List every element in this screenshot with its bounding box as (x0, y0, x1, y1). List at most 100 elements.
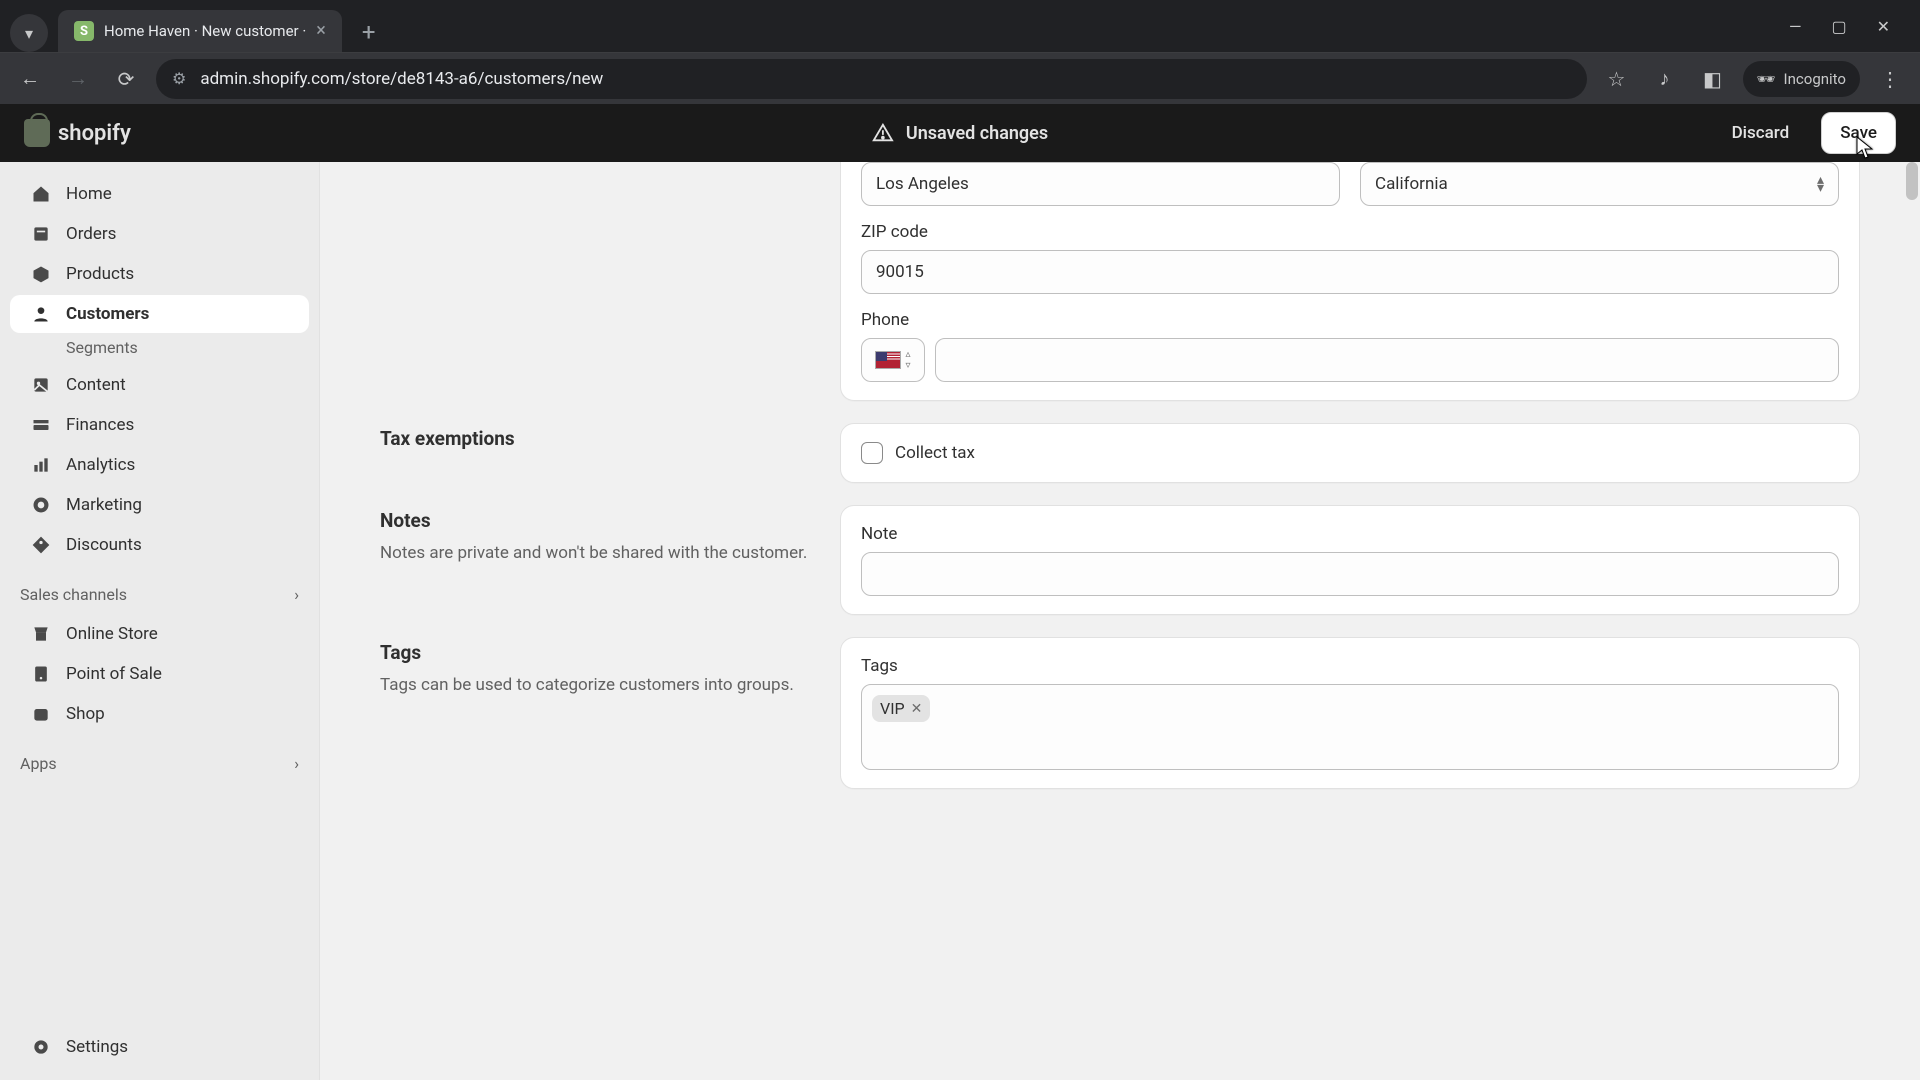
tags-input[interactable]: VIP ✕ (861, 684, 1839, 770)
sidebar-item-label: Settings (66, 1037, 128, 1057)
collect-tax-checkbox[interactable] (861, 442, 883, 464)
minimize-icon[interactable]: — (1789, 17, 1802, 36)
sidebar-item-settings[interactable]: Settings (10, 1028, 309, 1066)
sidebar-item-point-of-sale[interactable]: Point of Sale (10, 655, 309, 693)
app-topbar: shopify Unsaved changes Discard Save (0, 104, 1920, 162)
incognito-label: Incognito (1784, 70, 1846, 88)
incognito-chip[interactable]: 🕶 Incognito (1743, 61, 1861, 97)
close-window-icon[interactable]: ✕ (1877, 17, 1890, 36)
note-input[interactable] (861, 552, 1839, 596)
back-button[interactable]: ← (12, 61, 48, 97)
state-value: California (1375, 174, 1448, 194)
scrollbar-thumb[interactable] (1906, 162, 1918, 200)
products-icon (30, 263, 52, 285)
us-flag-icon (875, 351, 901, 369)
sidebar-group-sales-channels[interactable]: Sales channels › (0, 575, 319, 614)
tab-strip: ▾ S Home Haven · New customer · × + — ▢ … (0, 0, 1920, 52)
shop-icon (30, 703, 52, 725)
sidebar-item-label: Customers (66, 304, 149, 324)
tab-search-button[interactable]: ▾ (10, 14, 48, 52)
site-settings-icon[interactable]: ⚙ (172, 69, 186, 88)
sidebar-item-analytics[interactable]: Analytics (10, 446, 309, 484)
sidebar-item-label: Point of Sale (66, 664, 162, 684)
sidebar-item-customers[interactable]: Customers (10, 295, 309, 333)
tags-label: Tags (861, 656, 1839, 676)
side-panel-icon[interactable]: ◧ (1695, 61, 1731, 97)
zip-input[interactable] (861, 250, 1839, 294)
main-content: California ▴▾ ZIP code Phone ▵▿ (320, 162, 1920, 1080)
tax-card: Collect tax (840, 423, 1860, 483)
sidebar-item-finances[interactable]: Finances (10, 406, 309, 444)
sidebar-item-label: Marketing (66, 495, 142, 515)
sidebar-subitem-segments[interactable]: Segments (10, 338, 309, 357)
sidebar-item-label: Online Store (66, 624, 158, 644)
sidebar-item-label: Finances (66, 415, 134, 435)
tax-section-title: Tax exemptions (380, 427, 810, 450)
country-code-select[interactable]: ▵▿ (861, 338, 925, 382)
shopify-favicon-icon: S (74, 21, 94, 41)
new-tab-button[interactable]: + (352, 18, 386, 52)
sidebar-item-shop[interactable]: Shop (10, 695, 309, 733)
notes-description: Notes are private and won't be shared wi… (380, 542, 810, 566)
gear-icon (30, 1036, 52, 1058)
incognito-icon: 🕶 (1757, 70, 1776, 88)
group-label: Sales channels (20, 585, 127, 604)
content-icon (30, 374, 52, 396)
tag-pill: VIP ✕ (872, 695, 930, 722)
state-select[interactable]: California ▴▾ (1360, 162, 1839, 206)
bookmark-icon[interactable]: ☆ (1599, 61, 1635, 97)
app-body: Home Orders Products Customers Segments … (0, 162, 1920, 1080)
analytics-icon (30, 454, 52, 476)
sidebar-item-label: Home (66, 184, 112, 204)
notes-title: Notes (380, 509, 810, 532)
tab-title: Home Haven · New customer · (104, 22, 306, 40)
shopify-bag-icon (24, 119, 50, 147)
sidebar-item-content[interactable]: Content (10, 366, 309, 404)
finances-icon (30, 414, 52, 436)
unsaved-changes-banner: Unsaved changes (872, 122, 1048, 144)
remove-tag-icon[interactable]: ✕ (911, 701, 923, 717)
shopify-wordmark: shopify (58, 121, 131, 146)
customers-icon (30, 303, 52, 325)
gmusic-icon[interactable]: ♪ (1647, 61, 1683, 97)
kebab-menu-icon[interactable]: ⋮ (1872, 61, 1908, 97)
tags-title: Tags (380, 641, 810, 664)
notes-card: Note (840, 505, 1860, 615)
discard-button[interactable]: Discard (1714, 112, 1808, 154)
browser-chrome: ▾ S Home Haven · New customer · × + — ▢ … (0, 0, 1920, 104)
zip-label: ZIP code (861, 222, 1839, 242)
sidebar-item-orders[interactable]: Orders (10, 215, 309, 253)
city-input[interactable] (861, 162, 1340, 206)
window-controls: — ▢ ✕ (1789, 0, 1910, 52)
close-icon[interactable]: × (316, 22, 326, 40)
sidebar-group-apps[interactable]: Apps › (0, 744, 319, 783)
sidebar-item-label: Analytics (66, 455, 135, 475)
select-caret-icon: ▴▾ (1817, 176, 1824, 192)
tags-card: Tags VIP ✕ (840, 637, 1860, 789)
collect-tax-label: Collect tax (895, 443, 975, 463)
select-caret-icon: ▵▿ (905, 349, 910, 371)
marketing-icon (30, 494, 52, 516)
browser-tab-active[interactable]: S Home Haven · New customer · × (58, 10, 342, 52)
forward-button[interactable]: → (60, 61, 96, 97)
sidebar-item-products[interactable]: Products (10, 255, 309, 293)
sidebar: Home Orders Products Customers Segments … (0, 162, 320, 1080)
sidebar-item-home[interactable]: Home (10, 175, 309, 213)
maximize-icon[interactable]: ▢ (1831, 17, 1846, 36)
phone-input[interactable] (935, 338, 1839, 382)
shopify-logo[interactable]: shopify (24, 119, 131, 147)
tags-description: Tags can be used to categorize customers… (380, 674, 810, 698)
address-bar: ← → ⟳ ⚙ admin.shopify.com/store/de8143-a… (0, 52, 1920, 104)
sidebar-item-online-store[interactable]: Online Store (10, 615, 309, 653)
sidebar-item-label: Products (66, 264, 134, 284)
reload-button[interactable]: ⟳ (108, 61, 144, 97)
orders-icon (30, 223, 52, 245)
sidebar-item-marketing[interactable]: Marketing (10, 486, 309, 524)
omnibox[interactable]: ⚙ admin.shopify.com/store/de8143-a6/cust… (156, 59, 1587, 99)
group-label: Apps (20, 754, 57, 773)
sidebar-item-discounts[interactable]: Discounts (10, 526, 309, 564)
page-scrollbar[interactable] (1902, 162, 1920, 1080)
alert-icon (872, 122, 894, 144)
pos-icon (30, 663, 52, 685)
save-button[interactable]: Save (1821, 112, 1896, 154)
